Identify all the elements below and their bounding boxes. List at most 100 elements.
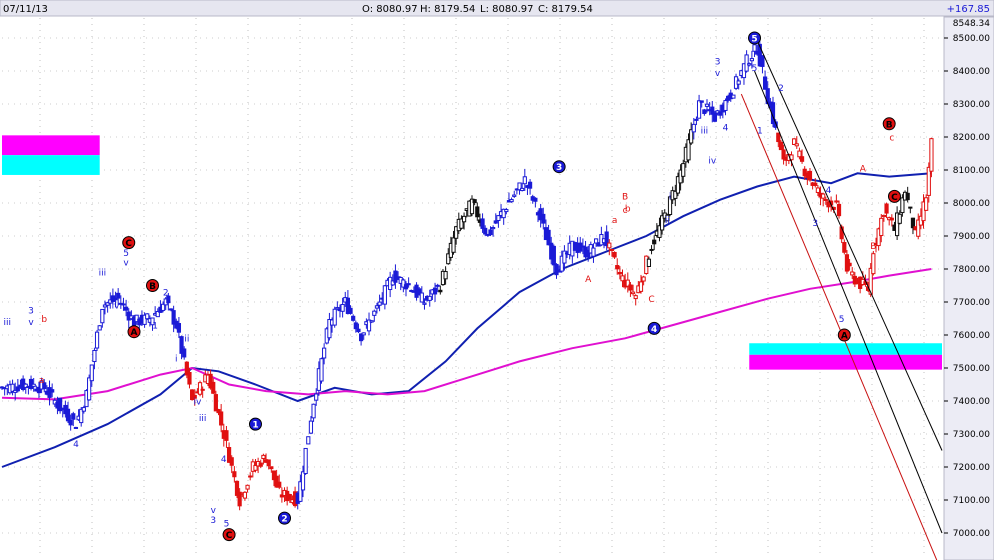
price-bar-body	[314, 393, 319, 401]
price-bar-body	[361, 332, 366, 336]
price-bar-body	[527, 181, 533, 189]
header-bar: 07/11/13 O: 8080.97 H: 8179.54 L: 8080.9…	[0, 0, 994, 17]
price-bar-body	[258, 462, 263, 467]
price-bar-body	[736, 80, 741, 85]
price-bar-body	[303, 447, 308, 474]
wave-label: 5	[839, 315, 845, 325]
price-bar-body	[541, 213, 546, 224]
price-bar-body	[551, 245, 556, 266]
wave-label: iv	[708, 156, 717, 166]
wave-circle-label: 1	[252, 421, 258, 431]
price-bar-body	[89, 364, 94, 382]
wave-label: iv	[112, 302, 121, 312]
wave-label: B	[622, 193, 628, 203]
wave-label: 5	[123, 249, 129, 259]
price-bar-body	[554, 263, 559, 276]
wave-label: 4	[73, 440, 79, 450]
wave-label: b	[41, 315, 47, 325]
price-bar-body	[81, 407, 86, 412]
price-bar-body	[187, 371, 192, 385]
wave-label: v	[211, 506, 217, 516]
price-bar-body	[31, 383, 36, 387]
header-low: L: 8080.97	[480, 4, 533, 15]
price-bar-body	[369, 320, 374, 323]
y-tick-label: 7100.00	[953, 496, 990, 506]
price-bar-body	[65, 408, 71, 422]
wave-label: iii	[701, 127, 709, 137]
price-bar-body	[483, 227, 488, 235]
wave-circle-label: C	[226, 531, 233, 541]
price-bar-body	[372, 310, 377, 316]
price-bar-body	[351, 315, 356, 321]
price-bar-body	[475, 206, 480, 218]
price-bar-body	[712, 112, 718, 122]
price-bar-body	[348, 307, 353, 314]
wave-label: i	[669, 193, 672, 203]
price-bar-body	[522, 176, 527, 185]
price-bar-body	[443, 271, 448, 280]
price-bar-body	[382, 285, 387, 305]
price-bar-body	[480, 218, 485, 229]
price-bar-body	[823, 199, 828, 202]
price-bar-body	[747, 63, 752, 66]
price-bar-body	[871, 253, 876, 275]
wave-circle-label: 4	[651, 325, 657, 335]
price-bar-body	[248, 475, 253, 478]
price-bar-body	[427, 295, 432, 301]
price-bar-body	[176, 323, 182, 333]
wave-circle-label: C	[125, 239, 132, 249]
price-bar-body	[422, 302, 427, 305]
price-bar-body	[821, 193, 826, 199]
chart-canvas: 07/11/13 O: 8080.97 H: 8179.54 L: 8080.9…	[0, 0, 994, 560]
price-bar-body	[924, 197, 929, 211]
price-bar-body	[607, 242, 612, 249]
price-bar-body	[617, 271, 622, 275]
price-bar-body	[121, 303, 126, 306]
price-bar-body	[322, 347, 327, 359]
price-bar-body	[649, 248, 654, 251]
price-bar-body	[124, 306, 129, 311]
price-bar-body	[493, 220, 498, 224]
price-bar-body	[609, 248, 615, 251]
y-tick-label: 7600.00	[953, 331, 990, 341]
price-bar-body	[630, 291, 636, 295]
target-zone-magenta	[2, 135, 100, 156]
y-tick-label: 7200.00	[953, 463, 990, 473]
price-bar-body	[749, 58, 754, 62]
wave-circle-label: 3	[556, 163, 562, 173]
price-bar-body	[211, 381, 216, 394]
price-bar-body	[799, 156, 805, 162]
price-bar-body	[335, 307, 340, 310]
price-bar-body	[116, 292, 121, 299]
price-bar-body	[488, 229, 493, 236]
wave-label: 5	[752, 64, 758, 74]
header-close: C: 8179.54	[538, 4, 593, 15]
price-bar-body	[762, 76, 768, 90]
wave-label: A	[585, 275, 592, 285]
wave-label: 3	[28, 307, 34, 317]
price-bar-body	[451, 237, 456, 253]
price-bar-body	[232, 471, 237, 478]
y-tick-label: 8500.00	[953, 34, 990, 44]
y-tick-label: 7700.00	[953, 298, 990, 308]
price-bar-body	[73, 426, 79, 429]
price-bar-body	[760, 55, 765, 67]
y-tick-label: 7300.00	[953, 430, 990, 440]
price-bar-body	[491, 227, 496, 230]
price-bar-body	[897, 213, 902, 224]
price-bar-body	[97, 325, 102, 331]
wave-label: v	[715, 69, 721, 79]
price-bar-body	[794, 143, 799, 147]
wave-circle-label: A	[841, 332, 848, 342]
price-bar-body	[406, 283, 411, 286]
price-bar-body	[403, 284, 409, 290]
wave-label: a	[39, 376, 45, 386]
price-bar-body	[219, 411, 224, 426]
y-tick-label: 8200.00	[953, 133, 990, 143]
price-bar-body	[638, 281, 644, 292]
price-bar-body	[266, 459, 271, 467]
price-axis: 8548.34	[943, 16, 994, 560]
wave-label: 1	[152, 321, 158, 331]
header-date: 07/11/13	[3, 4, 48, 15]
wave-label: i	[175, 354, 178, 364]
